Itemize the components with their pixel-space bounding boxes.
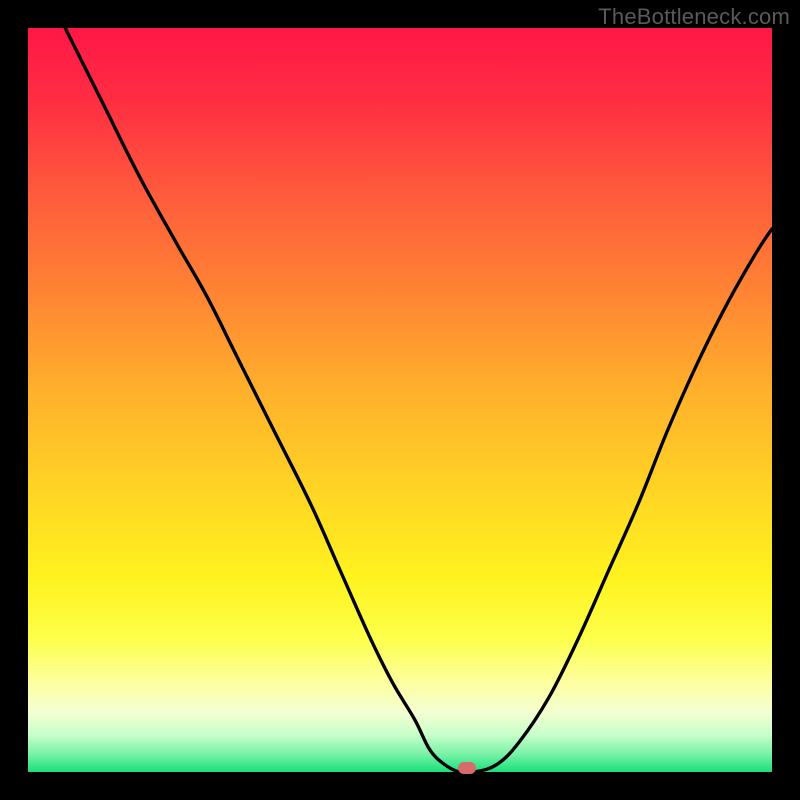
plot-area [28,28,772,772]
chart-frame: TheBottleneck.com [0,0,800,800]
watermark-text: TheBottleneck.com [598,4,790,30]
minimum-marker [458,762,476,774]
bottleneck-curve [28,28,772,772]
